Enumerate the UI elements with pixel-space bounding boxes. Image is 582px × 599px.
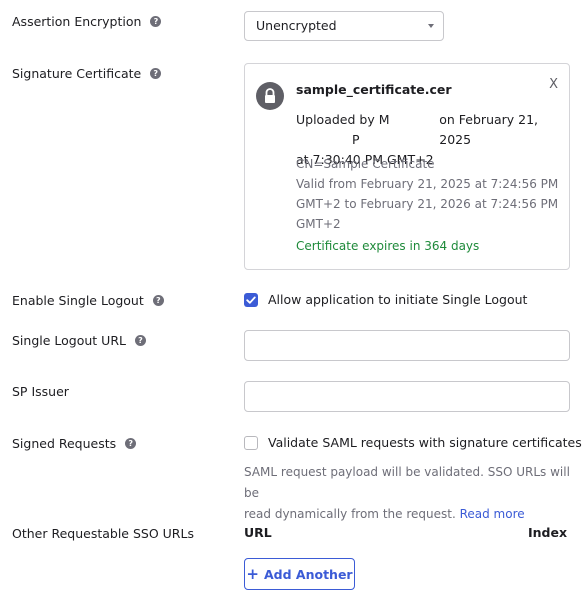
single-logout-label: Enable Single Logout ? [12,293,164,308]
uploaded-by-text: Uploaded by M [296,112,390,127]
uploaded-date: on February 21, 2025 [439,112,539,147]
signed-requests-checkbox-label[interactable]: Validate SAML requests with signature ce… [268,435,582,450]
assertion-encryption-select[interactable]: Unencrypted [244,11,444,41]
single-logout-checkbox-label[interactable]: Allow application to initiate Single Log… [268,292,527,307]
help-icon[interactable]: ? [150,16,162,27]
sp-issuer-label: SP Issuer [12,384,69,399]
single-logout-checkbox[interactable] [244,293,258,307]
other-sso-urls-label: Other Requestable SSO URLs [12,526,194,541]
signature-certificate-label: Signature Certificate ? [12,66,162,81]
help-icon[interactable]: ? [125,438,137,449]
assertion-encryption-label-text: Assertion Encryption [12,14,142,29]
signed-requests-checkbox[interactable] [244,436,258,450]
certificate-file-name: sample_certificate.cer [296,82,452,97]
certificate-details: CN=Sample Certificate Valid from Februar… [296,154,562,234]
certificate-valid-line-1: Valid from February 21, 2025 at 7:24:56 … [296,177,559,191]
add-another-button[interactable]: + Add Another [244,558,355,590]
remove-certificate-button[interactable]: X [549,77,558,92]
single-logout-url-label-text: Single Logout URL [12,333,126,348]
certificate-valid-line-2: GMT+2 to February 21, 2026 at 7:24:56 PM [296,197,559,211]
certificate-card: sample_certificate.cer X Uploaded by MP … [244,63,570,270]
single-logout-label-text: Enable Single Logout [12,293,144,308]
signed-requests-hint: SAML request payload will be validated. … [244,462,570,525]
index-column-header: Index [528,525,568,540]
read-more-link[interactable]: Read more [460,507,525,521]
plus-icon: + [246,564,259,583]
certificate-cn: CN=Sample Certificate [296,157,435,171]
checkmark-icon [246,296,256,304]
sp-issuer-input[interactable] [244,381,570,412]
help-icon[interactable]: ? [150,68,162,79]
url-column-header: URL [244,525,272,540]
assertion-encryption-label: Assertion Encryption ? [12,14,162,29]
add-another-label: Add Another [263,566,353,582]
single-logout-url-input[interactable] [244,330,570,361]
certificate-expiry: Certificate expires in 364 days [296,239,480,253]
signed-requests-label-text: Signed Requests [12,436,117,451]
help-icon[interactable]: ? [152,295,164,306]
hint-line-2: read dynamically from the request. [244,507,456,521]
lock-icon [256,82,284,110]
hint-line-1: SAML request payload will be validated. … [244,465,570,500]
assertion-encryption-value: Unencrypted [256,18,337,33]
signed-requests-label: Signed Requests ? [12,436,137,451]
certificate-valid-line-3: GMT+2 [296,217,341,231]
signature-certificate-label-text: Signature Certificate [12,66,142,81]
uploaded-by-mid: P [352,132,360,147]
chevron-down-icon [428,24,434,28]
sp-issuer-label-text: SP Issuer [12,384,69,399]
help-icon[interactable]: ? [134,335,146,346]
other-sso-urls-label-text: Other Requestable SSO URLs [12,526,194,541]
single-logout-url-label: Single Logout URL ? [12,333,146,348]
